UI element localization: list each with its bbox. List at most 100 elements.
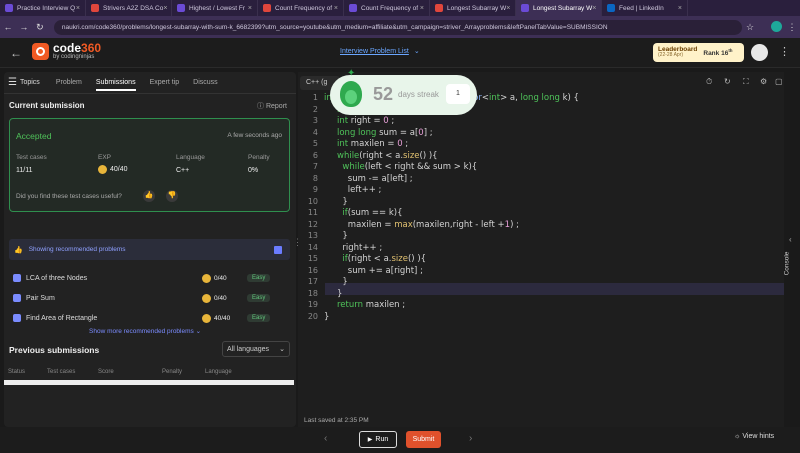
browser-tab[interactable]: Count Frequency of × bbox=[258, 0, 344, 16]
chevron-down-icon: ⌄ bbox=[279, 346, 285, 353]
line-number: 16 bbox=[307, 265, 318, 275]
close-icon[interactable]: × bbox=[592, 5, 596, 12]
drag-handle-icon[interactable]: ⋮ bbox=[293, 238, 302, 246]
profile-icon[interactable] bbox=[768, 20, 784, 34]
tab-favicon-icon bbox=[5, 4, 13, 12]
line-number: 5 bbox=[312, 139, 318, 148]
recommended-checkbox[interactable] bbox=[274, 245, 282, 254]
reload-icon[interactable]: ↻ bbox=[32, 22, 48, 33]
horizontal-scrollbar[interactable] bbox=[4, 380, 294, 385]
list-item[interactable]: Pair Sum 0/40 Easy bbox=[9, 291, 290, 305]
browser-tab[interactable]: Longest Subarray W × bbox=[516, 0, 602, 16]
code-text: } bbox=[337, 231, 348, 241]
browser-tab-label: Count Frequency of bbox=[275, 4, 333, 12]
test-cases-label: Test cases bbox=[16, 154, 47, 161]
app-header: ← code360 by codingninjas Interview Prob… bbox=[0, 38, 800, 68]
show-more-label: Show more recommended problems bbox=[89, 328, 194, 335]
panel-icon[interactable]: ▢ bbox=[775, 77, 783, 86]
close-icon[interactable]: × bbox=[334, 5, 338, 12]
close-icon[interactable]: × bbox=[678, 5, 682, 12]
list-item[interactable]: Find Area of Rectangle 40/40 Easy bbox=[9, 311, 290, 325]
problem-icon bbox=[13, 274, 21, 282]
thumbs-up-button[interactable]: 👍 bbox=[143, 190, 155, 202]
streak-label: days streak bbox=[398, 90, 439, 99]
submit-button[interactable]: Submit bbox=[406, 431, 441, 448]
report-label: Report bbox=[265, 103, 287, 110]
show-more-button[interactable]: Show more recommended problems ⌄ bbox=[89, 327, 201, 335]
logo-mark-icon bbox=[32, 42, 49, 60]
prev-icon[interactable]: ‹ bbox=[324, 433, 327, 444]
problem-score: 0/40 bbox=[214, 274, 227, 282]
streak-badge: 1 bbox=[446, 84, 470, 104]
topics-label: Topics bbox=[19, 79, 40, 86]
list-item[interactable]: LCA of three Nodes 0/40 Easy bbox=[9, 271, 290, 285]
browser-tab[interactable]: Highest / Lowest Fr × bbox=[172, 0, 258, 16]
run-button[interactable]: ▶ Run bbox=[359, 431, 397, 448]
bookmark-star-icon[interactable]: ☆ bbox=[742, 22, 758, 33]
line-number: 19 bbox=[307, 300, 318, 309]
view-hints-button[interactable]: ☼ View hints bbox=[734, 433, 774, 440]
url-field[interactable]: naukri.com/code360/problems/longest-suba… bbox=[53, 19, 743, 35]
timer-icon[interactable]: ⏱ bbox=[706, 77, 712, 87]
thumbs-down-button[interactable]: 👎 bbox=[166, 190, 178, 202]
tab-submissions[interactable]: Submissions bbox=[95, 79, 136, 91]
fullscreen-icon[interactable]: ⛶ bbox=[743, 77, 749, 87]
back-icon[interactable]: ← bbox=[0, 22, 16, 32]
browser-tab-label: Highest / Lowest Fr bbox=[189, 4, 245, 12]
browser-tab[interactable]: Practice Interview Q × bbox=[0, 0, 86, 16]
browser-tab[interactable]: Strivers A2Z DSA Co × bbox=[86, 0, 172, 16]
browser-tab-label: Longest Subarray W bbox=[447, 4, 507, 12]
back-arrow-icon[interactable]: ← bbox=[10, 46, 22, 60]
close-icon[interactable]: × bbox=[506, 5, 510, 12]
code-text: left++ ; bbox=[337, 185, 382, 195]
reset-icon[interactable]: ↻ bbox=[724, 77, 731, 86]
close-icon[interactable]: × bbox=[163, 5, 167, 12]
penalty-value: 0% bbox=[248, 167, 259, 174]
line-number: 2 bbox=[312, 104, 318, 114]
leaderboard-badge[interactable]: Leaderboard (22-28 Apr) Rank 16th bbox=[653, 43, 744, 62]
browser-tab[interactable]: Count Frequency of × bbox=[344, 0, 430, 16]
settings-icon[interactable]: ⚙ bbox=[760, 77, 767, 86]
close-icon[interactable]: × bbox=[420, 5, 424, 12]
next-icon[interactable]: › bbox=[469, 433, 472, 444]
language-select-value: C++ (g bbox=[306, 79, 328, 86]
close-icon[interactable]: × bbox=[248, 5, 252, 12]
exp-value: 40/40 bbox=[98, 165, 128, 174]
topics-toggle[interactable]: ☰ Topics bbox=[8, 77, 40, 88]
language-filter[interactable]: All languages ⌄ bbox=[222, 341, 290, 357]
browser-tab[interactable]: Longest Subarray W × bbox=[430, 0, 516, 16]
tab-problem[interactable]: Problem bbox=[56, 79, 82, 86]
penalty-label: Penalty bbox=[248, 154, 270, 161]
tab-discuss[interactable]: Discuss bbox=[193, 79, 218, 86]
menu-dots-icon[interactable]: ⋮ bbox=[779, 45, 790, 58]
previous-submissions-title: Previous submissions bbox=[9, 345, 100, 355]
useful-question: Did you find these test cases useful? bbox=[16, 193, 122, 200]
last-saved: Last saved at 2:35 PM bbox=[304, 417, 369, 424]
forward-icon[interactable]: → bbox=[16, 22, 32, 32]
logo[interactable]: code360 by codingninjas bbox=[32, 42, 101, 60]
line-number: 15 bbox=[307, 254, 318, 263]
console-side-tab[interactable]: ‹ Console bbox=[783, 235, 800, 280]
info-icon: ⓘ bbox=[257, 103, 264, 110]
user-avatar[interactable] bbox=[751, 44, 768, 61]
browser-menu-icon[interactable]: ⋮ bbox=[784, 22, 800, 33]
code-editor[interactable]: C++ (g ⏱ ↻ ⛶ ⚙ ▢ 1int longestSubarrayWit… bbox=[298, 72, 784, 427]
left-panel: ☰ Topics Problem Submissions Expert tip D… bbox=[4, 72, 296, 427]
language-label: Language bbox=[176, 154, 205, 161]
coin-icon bbox=[202, 293, 211, 303]
line-number: 6 bbox=[312, 150, 318, 160]
close-icon[interactable]: × bbox=[76, 5, 80, 12]
code-text: int maxilen = 0 ; bbox=[337, 139, 409, 149]
logo-subtext: by codingninjas bbox=[53, 54, 95, 60]
code-area[interactable]: 1int longestSubarrayWithSumK(vector<int>… bbox=[298, 93, 784, 333]
current-submission-title: Current submission bbox=[9, 101, 85, 110]
problem-list-dropdown[interactable]: Interview Problem List ⌄ bbox=[340, 47, 420, 55]
coin-icon bbox=[98, 165, 107, 174]
column-header: Status bbox=[8, 369, 26, 375]
current-line-highlight bbox=[325, 283, 784, 295]
tab-expert-tip[interactable]: Expert tip bbox=[150, 79, 180, 86]
browser-tab-label: Strivers A2Z DSA Co bbox=[103, 4, 164, 12]
report-button[interactable]: ⓘ Report bbox=[257, 101, 287, 111]
browser-tab[interactable]: Feed | LinkedIn × bbox=[602, 0, 688, 16]
line-number: 17 bbox=[307, 277, 318, 286]
